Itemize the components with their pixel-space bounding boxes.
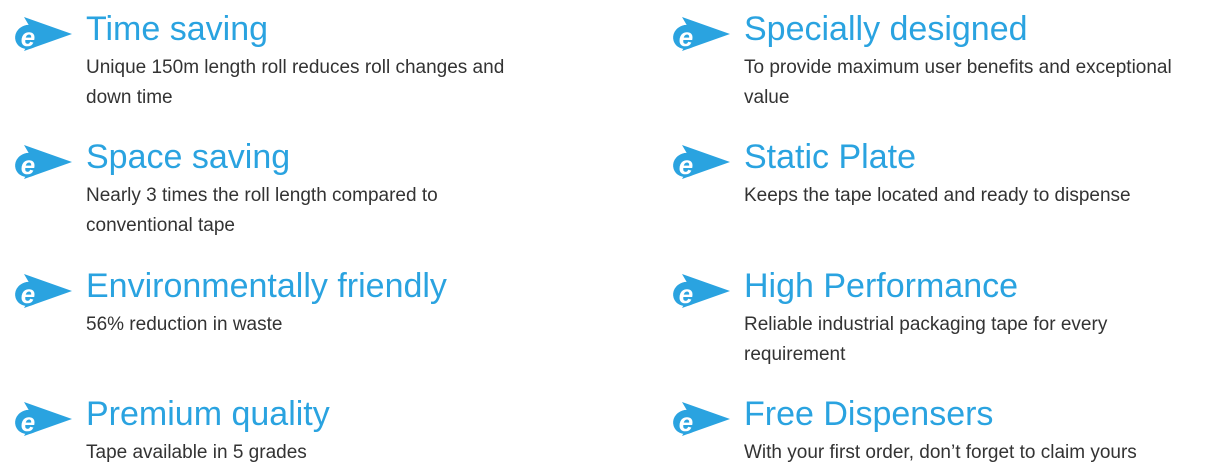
feature-description: Tape available in 5 grades (86, 442, 307, 463)
features-page: { "brand": { "accent_color": "#2aa3e0", … (0, 0, 1218, 466)
e-arrow-icon (11, 17, 72, 53)
feature-title: Environmentally friendly (86, 267, 447, 305)
feature-description: Reliable industrial packaging tape for e… (744, 314, 1108, 365)
feature-description: Nearly 3 times the roll length compared … (86, 185, 438, 236)
e-arrow-icon (669, 17, 730, 53)
e-arrow-icon (669, 402, 730, 438)
feature-title: Static Plate (744, 138, 916, 176)
feature-description: With your first order, don’t forget to c… (744, 442, 1137, 463)
e-arrow-icon (11, 274, 72, 310)
feature-title: Space saving (86, 138, 291, 176)
feature-description: Keeps the tape located and ready to disp… (744, 185, 1131, 206)
feature-description: Unique 150m length roll reduces roll cha… (86, 57, 505, 108)
e-arrow-icon (11, 145, 72, 181)
feature-description: To provide maximum user benefits and exc… (744, 57, 1172, 108)
feature-title: Time saving (86, 10, 269, 48)
feature-title: Specially designed (744, 10, 1028, 48)
feature-title: Premium quality (86, 395, 330, 433)
e-arrow-icon (669, 274, 730, 310)
feature-title: Free Dispensers (744, 395, 994, 433)
e-arrow-icon (669, 145, 730, 181)
feature-description: 56% reduction in waste (86, 314, 283, 335)
feature-title: High Performance (744, 267, 1019, 305)
e-arrow-icon (11, 402, 72, 438)
